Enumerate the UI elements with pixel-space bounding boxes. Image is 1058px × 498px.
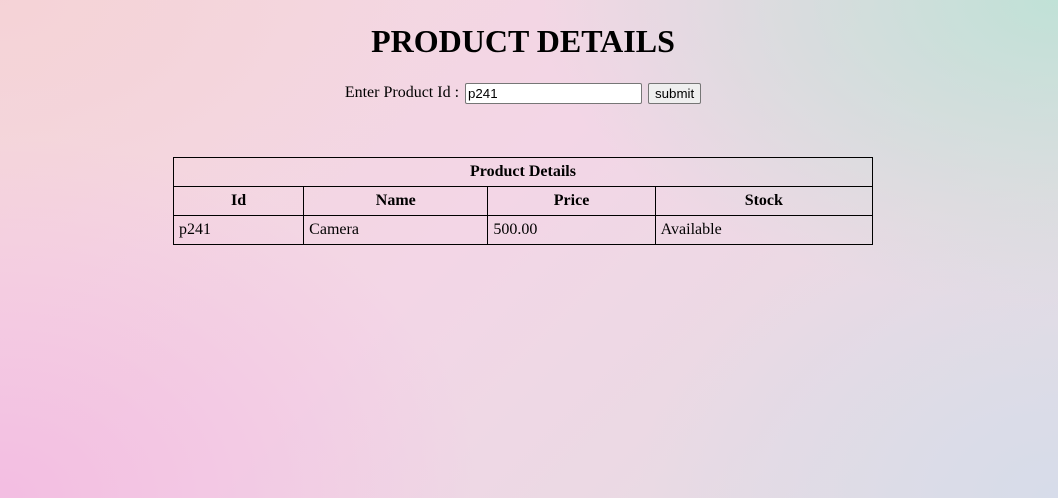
product-id-label: Enter Product Id : [344, 84, 460, 101]
cell-id: p241 [172, 215, 305, 245]
table-header-row: Id Name Price Stock [172, 186, 874, 216]
cell-stock: Available [654, 215, 874, 245]
column-header-price: Price [487, 186, 656, 216]
table-caption-row: Product Details [173, 157, 873, 187]
column-header-name: Name [303, 186, 489, 216]
table-caption: Product Details [173, 157, 873, 187]
cell-price: 500.00 [487, 215, 656, 245]
cell-name: Camera [303, 215, 489, 245]
product-details-table: Product Details Id Name Price Stock p241… [172, 157, 874, 245]
table-row: p241 Camera 500.00 Available [172, 215, 874, 245]
column-header-id: Id [172, 186, 305, 216]
product-id-input[interactable] [465, 82, 643, 104]
product-search-form: Enter Product Id : submit [0, 82, 1046, 104]
page-title: PRODUCT DETAILS [371, 23, 675, 59]
submit-button[interactable]: submit [648, 82, 702, 104]
column-header-stock: Stock [654, 186, 874, 216]
